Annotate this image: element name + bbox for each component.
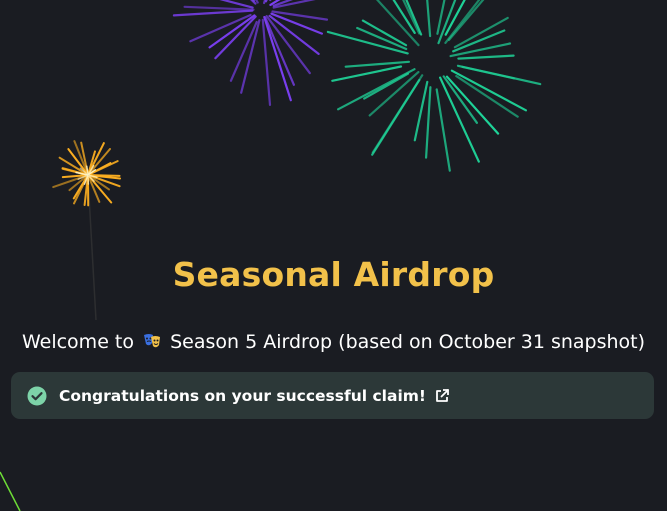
firework-ray [425,86,432,159]
purple-firework [172,0,329,107]
firework-ray [264,16,295,86]
claim-success-message: Congratulations on your successful claim… [59,386,426,405]
firework-ray [435,88,451,172]
firework-ray [189,13,252,43]
firework-ray [457,54,515,60]
firework-ray [89,174,121,177]
lime-streak [0,471,21,511]
firework-ray [172,9,254,17]
firework-ray [229,20,258,82]
firework-ray [326,30,409,55]
firework-ray [413,80,429,142]
theater-masks-icon [144,334,161,348]
firework-ray [461,65,516,80]
welcome-prefix: Welcome to [21,331,134,353]
firework-ray [183,5,255,11]
external-link-icon[interactable] [434,388,450,404]
firework-ray [426,0,432,38]
airdrop-page: Seasonal Airdrop Welcome to Season 5 Air… [0,0,667,511]
firework-ray [331,65,403,82]
firework-ray [442,75,478,124]
check-circle-icon [27,386,47,405]
firework-ray [240,19,261,94]
firework-ray [445,75,500,135]
claim-success-banner: Congratulations on your successful claim… [11,372,654,419]
firework-ray [251,0,256,2]
page-title: Seasonal Airdrop [172,255,495,294]
firework-ray [392,0,416,35]
green-firework [326,0,542,172]
welcome-suffix: Season 5 Airdrop (based on October 31 sn… [170,331,646,353]
welcome-message: Welcome to Season 5 Airdrop (based on Oc… [0,331,667,353]
